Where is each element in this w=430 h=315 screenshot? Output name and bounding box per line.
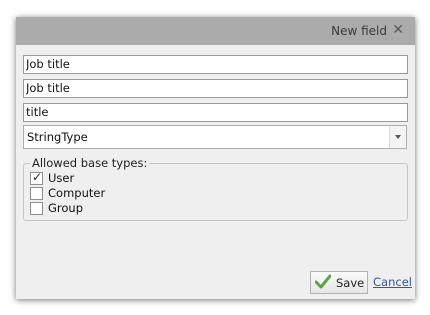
save-button-label: Save [336, 276, 365, 290]
save-button[interactable]: Save [310, 271, 368, 294]
dialog-title: New field [331, 24, 387, 38]
checkbox-box[interactable]: ✓ [30, 170, 43, 185]
name-field[interactable] [23, 55, 408, 74]
checkbox-box[interactable] [30, 202, 43, 215]
cancel-link[interactable]: Cancel [373, 275, 412, 289]
type-select-value: StringType [27, 130, 88, 144]
checkbox-label: Computer [48, 186, 106, 200]
chevron-down-icon[interactable] [389, 126, 406, 148]
type-select[interactable]: StringType [23, 125, 407, 149]
close-icon[interactable]: ✕ [392, 22, 404, 38]
allowed-base-types-legend: Allowed base types: [30, 156, 150, 170]
checkmark-icon: ✓ [32, 170, 43, 184]
checkbox-label: User [48, 171, 75, 185]
checkmark-icon [314, 274, 332, 293]
new-field-dialog: New field ✕ StringType Allowed base type… [16, 17, 415, 299]
attribute-field[interactable] [23, 103, 408, 122]
display-name-field[interactable] [23, 79, 408, 98]
checkbox-label: Group [48, 201, 84, 215]
allowed-base-types-group: Allowed base types: ✓ User Computer Grou… [23, 156, 408, 221]
checkbox-box[interactable] [30, 187, 43, 200]
title-bar: New field ✕ [16, 17, 415, 45]
